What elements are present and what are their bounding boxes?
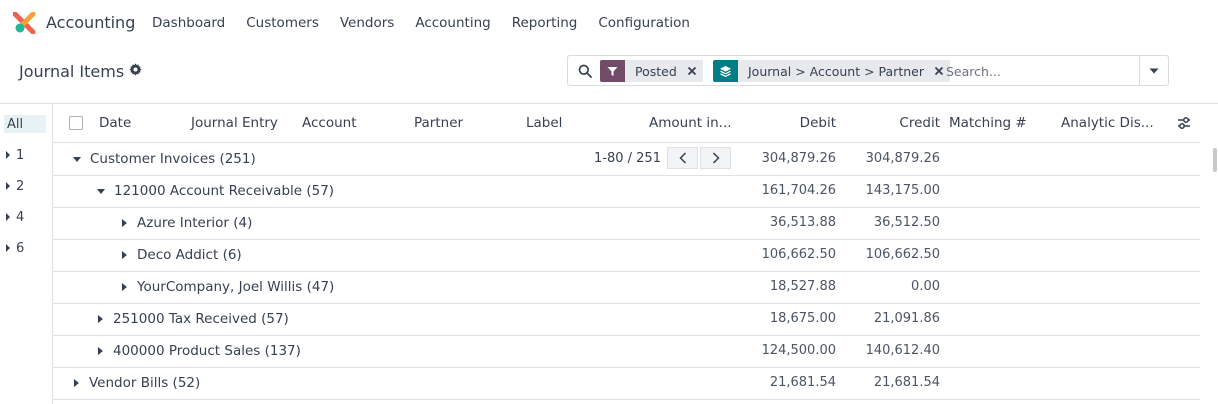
search-icon[interactable] <box>578 64 592 78</box>
caret-right-icon[interactable] <box>6 151 10 159</box>
chevron-right-icon <box>712 152 720 164</box>
group-label: YourCompany, Joel Willis (47) <box>137 279 335 295</box>
column-header-matching[interactable]: Matching # <box>949 115 1027 131</box>
column-header-partner[interactable]: Partner <box>414 115 463 131</box>
select-all-checkbox[interactable] <box>69 116 83 130</box>
group-pager-value: 1-80 / 251 <box>594 151 661 166</box>
menu-configuration[interactable]: Configuration <box>598 15 690 31</box>
group-credit: 0.00 <box>911 279 940 294</box>
facet-label: Journal > Account > Partner <box>748 63 924 79</box>
search-input[interactable] <box>946 61 1136 81</box>
group-row[interactable]: Vendor Bills (52) 21,681.54 21,681.54 <box>53 368 1200 400</box>
search-bar: Posted Journal > Account > Partner <box>567 55 1169 86</box>
caret-right-icon[interactable] <box>122 251 127 259</box>
group-debit: 124,500.00 <box>761 343 836 358</box>
group-row[interactable]: YourCompany, Joel Willis (47) 18,527.88 … <box>53 272 1200 304</box>
column-header-date[interactable]: Date <box>99 115 131 131</box>
side-item-6[interactable]: 6 <box>4 239 24 257</box>
caret-right-icon[interactable] <box>6 244 10 252</box>
column-header-credit[interactable]: Credit <box>899 115 940 131</box>
menu-accounting[interactable]: Accounting <box>415 15 490 31</box>
menu-vendors[interactable]: Vendors <box>340 15 394 31</box>
group-label: 251000 Tax Received (57) <box>113 311 289 327</box>
page-title: Journal Items <box>19 62 125 81</box>
app-name[interactable]: Accounting <box>46 13 135 32</box>
group-label: Azure Interior (4) <box>137 215 253 231</box>
menu-dashboard[interactable]: Dashboard <box>152 15 225 31</box>
chevron-left-icon <box>678 152 686 164</box>
table-header: Date Journal Entry Account Partner Label… <box>53 104 1200 143</box>
layers-icon <box>713 60 738 82</box>
group-row[interactable]: 400000 Product Sales (137) 124,500.00 14… <box>53 336 1200 368</box>
column-header-debit[interactable]: Debit <box>800 115 836 131</box>
caret-right-icon[interactable] <box>98 347 103 355</box>
group-debit: 21,681.54 <box>769 375 836 390</box>
caret-right-icon[interactable] <box>98 315 103 323</box>
side-item-2[interactable]: 2 <box>4 177 24 195</box>
side-item-1[interactable]: 1 <box>4 146 24 164</box>
group-credit: 143,175.00 <box>865 183 940 198</box>
group-credit: 140,612.40 <box>865 343 940 358</box>
filter-icon <box>600 60 625 82</box>
column-header-analytic-distribution[interactable]: Analytic Dis... <box>1061 115 1154 131</box>
group-row[interactable]: Azure Interior (4) 36,513.88 36,512.50 <box>53 208 1200 240</box>
group-label: 400000 Product Sales (137) <box>113 343 301 359</box>
group-row[interactable]: 251000 Tax Received (57) 18,675.00 21,09… <box>53 304 1200 336</box>
group-debit: 161,704.26 <box>761 183 836 198</box>
group-debit: 18,527.88 <box>769 279 836 294</box>
menu-customers[interactable]: Customers <box>246 15 319 31</box>
app-logo-icon[interactable] <box>13 12 37 34</box>
side-item-label: 1 <box>16 147 25 163</box>
main-menu: Dashboard Customers Vendors Accounting R… <box>152 15 711 31</box>
column-header-label[interactable]: Label <box>526 115 562 131</box>
side-item-4[interactable]: 4 <box>4 208 24 226</box>
caret-right-icon[interactable] <box>122 283 127 291</box>
group-label: Customer Invoices (251) <box>90 151 256 167</box>
group-label: Deco Addict (6) <box>137 247 242 263</box>
caret-down-icon[interactable] <box>97 188 105 194</box>
facet-posted: Posted <box>600 60 703 82</box>
group-debit: 36,513.88 <box>769 215 836 230</box>
group-credit: 36,512.50 <box>873 215 940 230</box>
side-item-label: 2 <box>16 178 25 194</box>
menu-reporting[interactable]: Reporting <box>512 15 578 31</box>
group-row[interactable]: Customer Invoices (251) 1-80 / 251 304,8… <box>53 144 1200 176</box>
side-item-label: 4 <box>16 209 25 225</box>
group-credit: 21,091.86 <box>873 311 940 326</box>
group-label: Vendor Bills (52) <box>89 375 201 391</box>
caret-down-icon[interactable] <box>73 156 81 162</box>
caret-down-icon <box>1149 68 1159 73</box>
group-credit: 21,681.54 <box>873 375 940 390</box>
side-item-label: All <box>7 116 24 132</box>
caret-right-icon[interactable] <box>6 213 10 221</box>
group-label: 121000 Account Receivable (57) <box>114 183 335 199</box>
pager-previous-button[interactable] <box>667 147 698 169</box>
group-debit: 18,675.00 <box>769 311 836 326</box>
group-debit: 304,879.26 <box>761 151 836 166</box>
side-item-label: 6 <box>16 240 25 256</box>
caret-right-icon[interactable] <box>74 379 79 387</box>
column-header-amount-currency[interactable]: Amount in... <box>649 115 732 131</box>
group-row[interactable]: Deco Addict (6) 106,662.50 106,662.50 <box>53 240 1200 272</box>
facet-groupby: Journal > Account > Partner <box>713 60 950 82</box>
side-item-all[interactable]: All <box>4 115 46 133</box>
close-icon[interactable] <box>683 60 701 82</box>
caret-right-icon[interactable] <box>6 182 10 190</box>
caret-right-icon[interactable] <box>122 219 127 227</box>
column-header-journal-entry[interactable]: Journal Entry <box>191 115 278 131</box>
facet-label: Posted <box>635 63 677 79</box>
group-credit: 106,662.50 <box>865 247 940 262</box>
gear-icon[interactable] <box>129 63 142 76</box>
column-header-account[interactable]: Account <box>302 115 357 131</box>
pager-next-button[interactable] <box>700 147 731 169</box>
scrollbar-thumb[interactable] <box>1213 148 1217 172</box>
group-credit: 304,879.26 <box>865 151 940 166</box>
sliders-icon[interactable] <box>1176 115 1192 131</box>
top-navbar: Accounting Dashboard Customers Vendors A… <box>0 0 1218 46</box>
group-row[interactable]: 121000 Account Receivable (57) 161,704.2… <box>53 176 1200 208</box>
search-options-toggle[interactable] <box>1139 56 1168 85</box>
group-debit: 106,662.50 <box>761 247 836 262</box>
